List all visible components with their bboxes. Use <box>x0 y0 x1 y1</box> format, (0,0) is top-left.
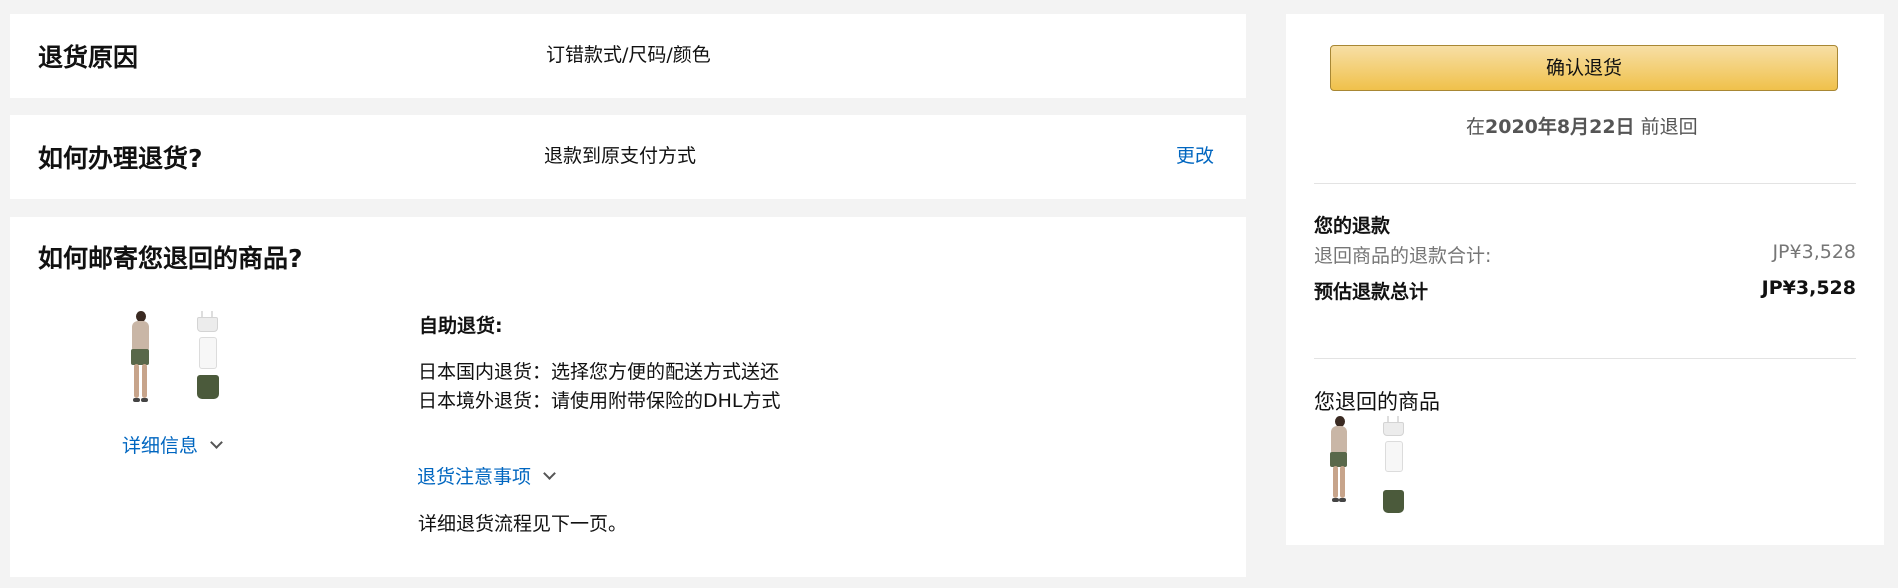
chevron-down-icon[interactable] <box>543 467 556 480</box>
return-reason-value: 订错款式/尺码/颜色 <box>546 44 711 66</box>
return-deadline: 在2020年8月22日 前退回 <box>1466 112 1698 139</box>
return-reason-card: 退货原因 订错款式/尺码/颜色 <box>10 14 1246 98</box>
deadline-date: 2020年8月22日 <box>1485 116 1635 138</box>
return-notes-label[interactable]: 退货注意事项 <box>417 466 531 488</box>
details-link[interactable]: 详细信息 <box>122 431 223 458</box>
refund-subtotal-label: 退回商品的退款合计: <box>1314 245 1492 267</box>
sidebar-divider <box>1314 183 1856 184</box>
return-reason-title: 退货原因 <box>38 43 139 72</box>
refund-total-value: JP¥3,528 <box>1761 277 1856 299</box>
return-method-value: 退款到原支付方式 <box>544 145 697 167</box>
refund-title: 您的退款 <box>1314 215 1391 237</box>
deadline-prefix: 在 <box>1466 116 1486 138</box>
domestic-return-text: 日本国内退货：选择您方便的配送方式送还 <box>418 361 780 383</box>
chevron-down-icon[interactable] <box>210 436 223 449</box>
shipping-card: 如何邮寄您退回的商品? 详细信息 自助退货: 日本国内退货：选择您方便的配送方式 <box>10 217 1246 577</box>
overseas-return-text: 日本境外退货：请使用附带保险的DHL方式 <box>418 390 781 412</box>
refund-total-label: 预估退款总计 <box>1314 281 1429 303</box>
change-method-link[interactable]: 更改 <box>1176 141 1214 168</box>
confirm-return-button[interactable]: 确认退货 <box>1330 45 1838 91</box>
returned-items-title: 您退回的商品 <box>1314 390 1440 414</box>
next-page-note: 详细退货流程见下一页。 <box>418 513 628 535</box>
self-return-label: 自助退货: <box>419 315 503 337</box>
product-thumbnails <box>125 309 235 421</box>
refund-subtotal-value: JP¥3,528 <box>1772 241 1856 263</box>
deadline-suffix: 前退回 <box>1634 116 1698 138</box>
returned-items-thumbnails <box>1325 414 1415 526</box>
shipping-title: 如何邮寄您退回的商品? <box>38 244 303 273</box>
details-link-label[interactable]: 详细信息 <box>122 435 198 457</box>
sidebar-divider <box>1314 358 1856 359</box>
return-method-card: 如何办理退货? 退款到原支付方式 更改 <box>10 115 1246 199</box>
return-method-title: 如何办理退货? <box>38 144 203 173</box>
return-notes-link[interactable]: 退货注意事项 <box>417 462 556 489</box>
